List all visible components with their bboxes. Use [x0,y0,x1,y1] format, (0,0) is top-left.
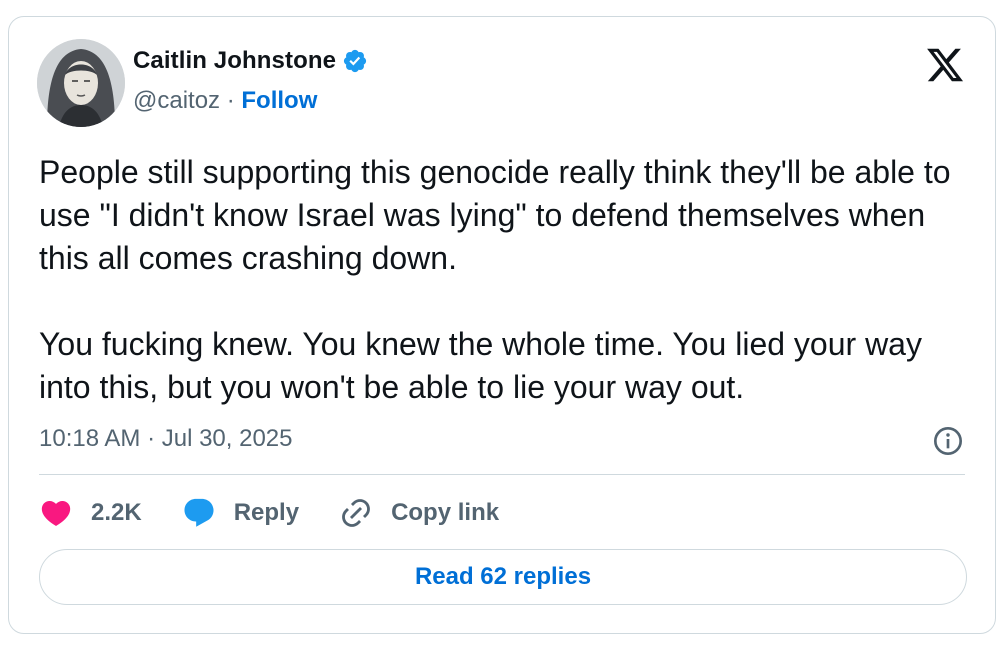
reply-bubble-icon [184,498,214,527]
like-button[interactable]: 2.2K [39,496,142,530]
tweet-card[interactable]: Caitlin Johnstone @caitoz · Follow Peopl… [8,16,996,634]
author-name[interactable]: Caitlin Johnstone [133,47,336,75]
copy-link-button[interactable]: Copy link [339,496,499,530]
like-count: 2.2K [91,499,142,526]
reply-label: Reply [233,499,300,526]
reply-button[interactable]: Reply [182,496,299,530]
read-replies-button[interactable]: Read 62 replies [39,549,967,605]
author-handle[interactable]: @caitoz [133,87,220,114]
copy-link-label: Copy link [391,499,500,526]
tweet-text: People still supporting this genocide re… [39,154,951,405]
separator: · [220,87,242,114]
handle-row: @caitoz · Follow [133,87,317,115]
divider [39,474,965,475]
avatar[interactable] [37,39,125,127]
x-logo-icon[interactable] [923,45,967,85]
tweet-timestamp[interactable]: 10:18 AM · Jul 30, 2025 [39,425,293,453]
heart-icon [41,500,71,526]
link-icon [342,499,370,527]
follow-button[interactable]: Follow [241,87,317,114]
verified-badge-icon [343,49,367,73]
info-icon[interactable] [932,425,964,457]
action-bar: 2.2K Reply Copy link [39,493,539,533]
